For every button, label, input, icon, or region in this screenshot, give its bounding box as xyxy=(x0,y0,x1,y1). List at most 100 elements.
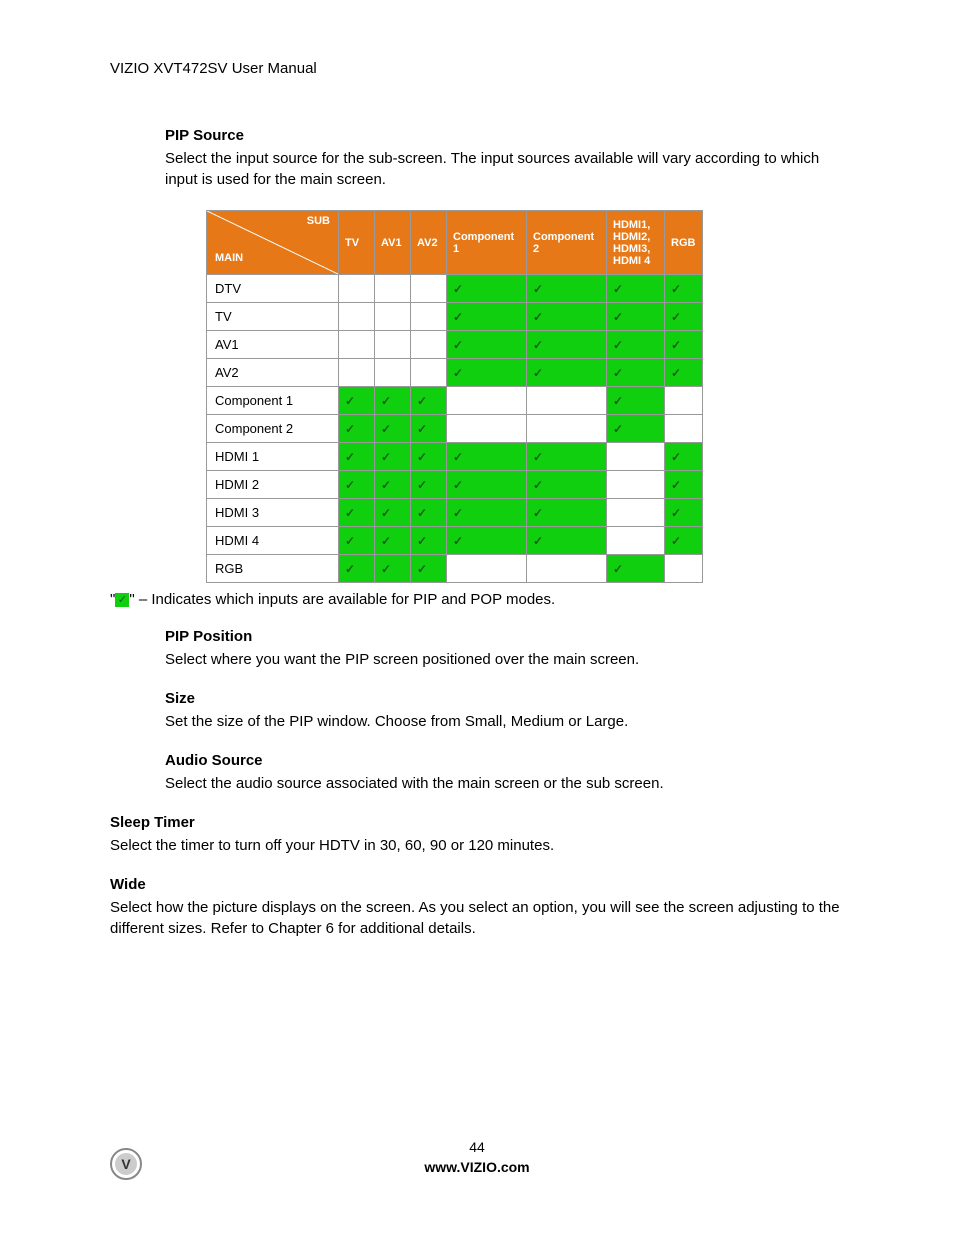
size-body: Set the size of the PIP window. Choose f… xyxy=(165,711,844,732)
compat-cell xyxy=(527,387,607,415)
compat-cell: ✓ xyxy=(527,499,607,527)
col-av1: AV1 xyxy=(375,211,411,275)
row-label: HDMI 2 xyxy=(207,471,339,499)
compat-cell: ✓ xyxy=(607,359,665,387)
table-row: HDMI 2✓✓✓✓✓✓ xyxy=(207,471,703,499)
compat-cell: ✓ xyxy=(339,443,375,471)
sleep-timer-heading: Sleep Timer xyxy=(110,814,844,831)
compat-cell: ✓ xyxy=(665,527,703,555)
compat-cell: ✓ xyxy=(607,415,665,443)
manual-header: VIZIO XVT472SV User Manual xyxy=(110,60,844,77)
col-tv: TV xyxy=(339,211,375,275)
check-icon: ✓ xyxy=(453,366,463,380)
check-icon: ✓ xyxy=(671,338,681,352)
check-icon: ✓ xyxy=(345,394,355,408)
check-icon: ✓ xyxy=(381,562,391,576)
check-icon: ✓ xyxy=(453,534,463,548)
table-row: HDMI 4 ✓ ✓ ✓ ✓ ✓ ✓ xyxy=(207,527,703,555)
compat-cell: ✓ xyxy=(411,443,447,471)
row-label: HDMI 1 xyxy=(207,443,339,471)
wide-heading: Wide xyxy=(110,876,844,893)
check-icon: ✓ xyxy=(671,478,681,492)
pip-compat-table: SUB MAIN TV AV1 AV2 Component 1 Componen… xyxy=(206,210,703,583)
check-icon: ✓ xyxy=(533,478,543,492)
pip-position-heading: PIP Position xyxy=(165,628,844,645)
compat-cell xyxy=(375,275,411,303)
compat-cell xyxy=(339,331,375,359)
compat-cell xyxy=(411,359,447,387)
compat-cell: ✓ xyxy=(411,415,447,443)
table-row: DTV✓✓✓✓ xyxy=(207,275,703,303)
col-hdmi: HDMI1, HDMI2, HDMI3, HDMI 4 xyxy=(607,211,665,275)
check-icon: ✓ xyxy=(381,478,391,492)
check-icon: ✓ xyxy=(417,422,427,436)
check-icon: ✓ xyxy=(533,450,543,464)
footer-url: www.VIZIO.com xyxy=(0,1159,954,1175)
compat-cell xyxy=(447,415,527,443)
compat-cell: ✓ xyxy=(411,527,447,555)
compat-cell xyxy=(339,359,375,387)
col-component1: Component 1 xyxy=(447,211,527,275)
row-label: Component 1 xyxy=(207,387,339,415)
compat-cell: ✓ xyxy=(375,387,411,415)
compat-cell: ✓ xyxy=(607,387,665,415)
compat-cell xyxy=(665,415,703,443)
check-icon: ✓ xyxy=(671,282,681,296)
pip-source-heading: PIP Source xyxy=(165,127,844,144)
sleep-timer-body: Select the timer to turn off your HDTV i… xyxy=(110,835,844,856)
compat-cell: ✓ xyxy=(447,499,527,527)
compat-cell xyxy=(375,331,411,359)
audio-source-body: Select the audio source associated with … xyxy=(165,773,844,794)
check-icon: ✓ xyxy=(453,338,463,352)
check-icon: ✓ xyxy=(533,282,543,296)
table-row: TV✓✓✓✓ xyxy=(207,303,703,331)
compat-cell: ✓ xyxy=(447,331,527,359)
table-row: RGB✓✓✓✓ xyxy=(207,555,703,583)
row-label: HDMI 4 xyxy=(207,527,339,555)
compat-cell: ✓ xyxy=(527,471,607,499)
compat-cell: ✓ xyxy=(375,499,411,527)
check-icon: ✓ xyxy=(381,394,391,408)
compat-cell: ✓ xyxy=(339,555,375,583)
table-row: HDMI 3✓✓✓✓✓✓ xyxy=(207,499,703,527)
check-icon: ✓ xyxy=(345,534,355,548)
compat-cell: ✓ xyxy=(411,499,447,527)
check-icon: ✓ xyxy=(417,478,427,492)
compat-cell: ✓ xyxy=(607,331,665,359)
check-icon: ✓ xyxy=(453,478,463,492)
compat-cell: ✓ xyxy=(375,527,411,555)
compat-cell: ✓ xyxy=(607,275,665,303)
check-icon: ✓ xyxy=(381,422,391,436)
compat-cell: ✓ xyxy=(665,275,703,303)
check-icon: ✓ xyxy=(613,310,623,324)
check-icon: ✓ xyxy=(417,562,427,576)
check-icon: ✓ xyxy=(417,534,427,548)
row-label: Component 2 xyxy=(207,415,339,443)
check-icon: ✓ xyxy=(671,534,681,548)
check-icon: ✓ xyxy=(453,310,463,324)
legend-text: " – Indicates which inputs are available… xyxy=(129,591,555,608)
compat-cell: ✓ xyxy=(447,359,527,387)
table-row: AV2✓✓✓✓ xyxy=(207,359,703,387)
compat-cell: ✓ xyxy=(339,471,375,499)
compat-cell: ✓ xyxy=(411,555,447,583)
compat-cell: ✓ xyxy=(375,471,411,499)
check-icon: ✓ xyxy=(613,422,623,436)
compat-cell xyxy=(339,275,375,303)
check-icon: ✓ xyxy=(613,282,623,296)
compat-cell xyxy=(411,303,447,331)
row-label: DTV xyxy=(207,275,339,303)
check-icon: ✓ xyxy=(671,366,681,380)
compat-cell: ✓ xyxy=(665,331,703,359)
compat-cell: ✓ xyxy=(339,415,375,443)
compat-cell xyxy=(665,555,703,583)
check-icon: ✓ xyxy=(453,450,463,464)
compat-cell: ✓ xyxy=(375,555,411,583)
table-row: HDMI 1✓✓✓✓✓✓ xyxy=(207,443,703,471)
check-icon: ✓ xyxy=(671,450,681,464)
row-label: HDMI 3 xyxy=(207,499,339,527)
check-icon: ✓ xyxy=(533,534,543,548)
compat-cell: ✓ xyxy=(607,555,665,583)
corner-main-label: MAIN xyxy=(215,252,243,264)
pip-position-body: Select where you want the PIP screen pos… xyxy=(165,649,844,670)
